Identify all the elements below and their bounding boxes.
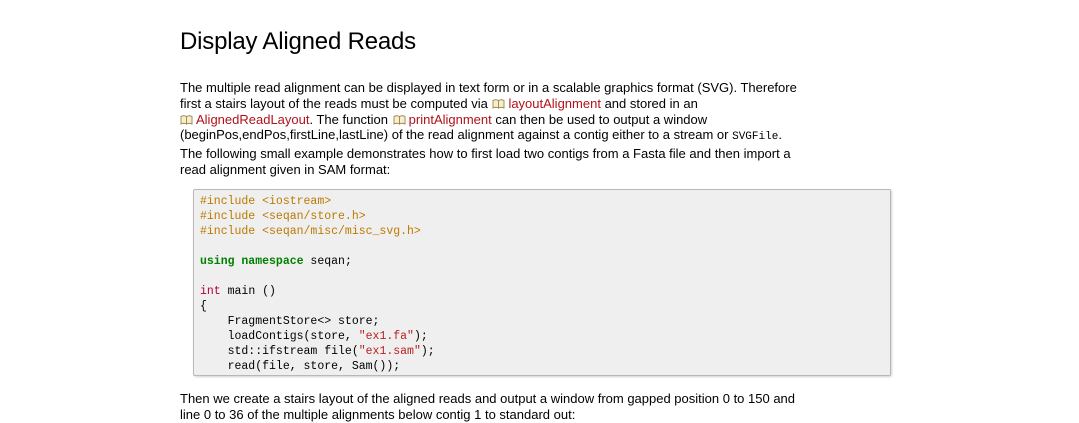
intro-line-5: The following small example demonstrates… [180,146,791,162]
code-ifstream: std::ifstream file("ex1.sam"); [200,345,435,358]
followup-paragraph: Then we create a stairs layout of the al… [180,391,915,423]
code-using-namespace: using namespace seqan; [200,255,352,268]
link-print-alignment[interactable]: printAlignment [409,112,492,127]
code-include-iostream: #include <iostream> [200,195,332,208]
intro-line-3: AlignedReadLayout. The function printAli… [180,112,915,128]
followup-line-2: line 0 to 36 of the multiple alignments … [180,406,576,422]
intro-line-2: first a stairs layout of the reads must … [180,95,698,111]
intro-paragraph: The multiple read alignment can be displ… [180,80,915,178]
intro-line-1: The multiple read alignment can be displ… [180,80,797,95]
intro-line-6: read alignment given in SAM format: [180,161,391,177]
code-open-brace: { [200,300,207,313]
followup-line-1: Then we create a stairs layout of the al… [180,391,796,406]
book-icon [492,99,505,109]
code-include-store: #include <seqan/store.h> [200,210,366,223]
code-main-signature: int main () [200,285,276,298]
svgfile-code: SVGFile [732,131,779,144]
code-load-contigs: loadContigs(store, "ex1.fa"); [200,330,428,343]
link-layout-alignment[interactable]: layoutAlignment [508,96,601,111]
code-listing: #include <iostream> #include <seqan/store… [200,194,435,374]
code-fragment-store: FragmentStore<> store; [200,315,380,328]
intro-line-4: (beginPos,endPos,firstLine,lastLine) of … [180,127,782,144]
link-aligned-read-layout[interactable]: AlignedReadLayout [196,112,309,127]
code-include-misc-svg: #include <seqan/misc/misc_svg.h> [200,225,421,238]
book-icon [180,114,193,125]
code-read-call: read(file, store, Sam()); [200,360,401,373]
page-title: Display Aligned Reads [180,28,416,55]
code-block: #include <iostream> #include <seqan/store… [193,189,891,376]
book-icon [393,114,406,125]
